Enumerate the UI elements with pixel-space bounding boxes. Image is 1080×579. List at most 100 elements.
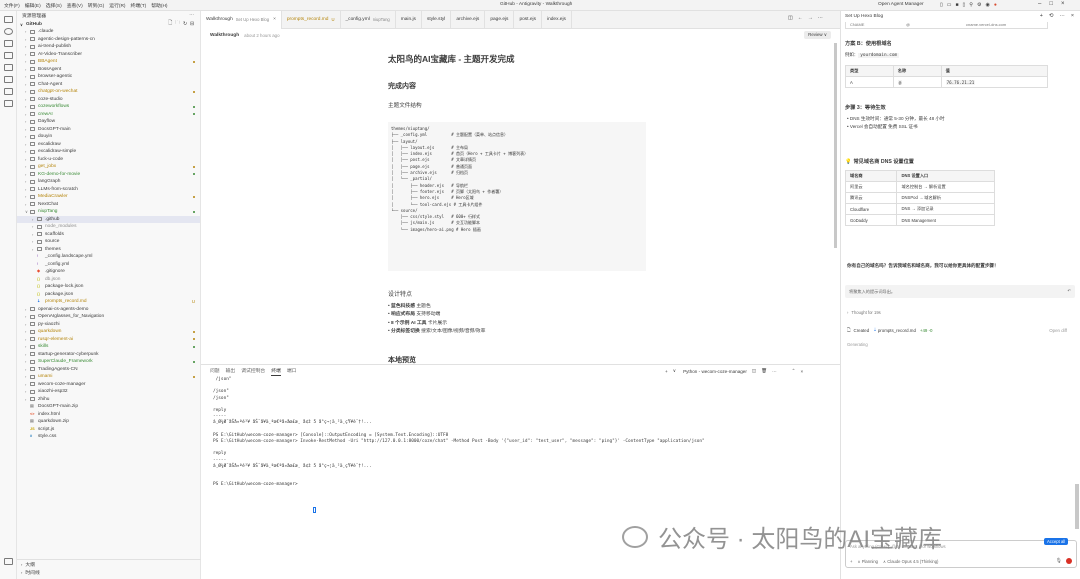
thought-toggle[interactable]: › Thought for 19s xyxy=(847,310,881,315)
folder-item[interactable]: › umami xyxy=(17,373,200,381)
new-terminal-icon[interactable]: + xyxy=(665,369,668,374)
history-icon[interactable]: ⟲ xyxy=(1049,13,1054,19)
review-button[interactable]: Review ∨ xyxy=(804,31,831,39)
folder-item[interactable]: › node_modules xyxy=(17,223,200,231)
split-editor-icon[interactable]: ◫ xyxy=(788,15,793,21)
search-icon[interactable]: ⚲ xyxy=(969,2,973,8)
editor-tab[interactable]: index.ejs xyxy=(542,10,572,29)
close-panel-icon[interactable]: × xyxy=(801,369,804,374)
folder-item[interactable]: ∨ niupTang xyxy=(17,208,200,216)
folder-item[interactable]: › excalidraw-simple xyxy=(17,148,200,156)
source-control-icon[interactable] xyxy=(4,40,13,47)
collapse-all-icon[interactable]: ⊟ xyxy=(190,22,194,27)
file-item[interactable]: <> index.html xyxy=(17,411,200,419)
menu-edit[interactable]: 编辑(E) xyxy=(25,2,41,9)
editor-tab[interactable]: _config.yml niupTang xyxy=(341,10,396,29)
folder-item[interactable]: › LLMs-from-scratch xyxy=(17,186,200,194)
folder-item[interactable]: › KG-demo-for-movie xyxy=(17,171,200,179)
editor-tab[interactable]: prompts_record.md U xyxy=(282,10,341,29)
file-item[interactable]: ▤ quarkdown.zip xyxy=(17,418,200,426)
folder-item[interactable]: › crewAI xyxy=(17,111,200,119)
settings-icon[interactable]: ⚙ xyxy=(977,2,981,8)
editor-tab[interactable]: archive.ejs xyxy=(451,10,486,29)
panel-tab[interactable]: 输出 xyxy=(226,367,236,375)
close-icon[interactable]: × xyxy=(1061,1,1065,7)
menu-view[interactable]: 查看(V) xyxy=(67,2,83,9)
file-item[interactable]: {} db.json xyxy=(17,276,200,284)
add-context-icon[interactable]: + xyxy=(850,559,852,564)
folder-item[interactable]: › agentic-design-patterns-cn xyxy=(17,36,200,44)
model-selector[interactable]: ∧ Claude Opus 4.5 (Thinking) xyxy=(883,559,938,564)
editor-tab[interactable]: post.ejs xyxy=(514,10,542,29)
more-icon-2[interactable]: ··· xyxy=(772,369,777,374)
undo-icon[interactable]: ↶ xyxy=(1067,288,1071,293)
folder-item[interactable]: › DocsGPT-main xyxy=(17,126,200,134)
file-item[interactable]: {} package.json xyxy=(17,291,200,299)
agent-manager-button[interactable]: Open Agent Manager xyxy=(878,2,924,7)
panel-tab[interactable]: 调试控制台 xyxy=(241,367,265,375)
extensions-icon[interactable] xyxy=(4,64,13,71)
folder-item[interactable]: › excalidraw xyxy=(17,141,200,149)
file-item[interactable]: {} package-lock.json xyxy=(17,283,200,291)
outline-section[interactable]: › 大纲 xyxy=(17,560,201,568)
folder-item[interactable]: › Chat-Agent xyxy=(17,81,200,89)
doc-scroll-thumb[interactable] xyxy=(834,43,837,248)
file-item[interactable]: JS script.js xyxy=(17,426,200,434)
doc-scrollbar[interactable] xyxy=(832,41,840,364)
folder-item[interactable]: › skills xyxy=(17,343,200,351)
agent-scroll-thumb[interactable] xyxy=(1075,484,1079,529)
folder-item[interactable]: › chatgpt-on-wechat xyxy=(17,88,200,96)
refresh-icon[interactable]: ↻ xyxy=(183,22,187,27)
tab-close-icon[interactable]: × xyxy=(273,17,276,22)
terminal-dropdown-icon[interactable]: ∨ xyxy=(673,368,676,374)
folder-item[interactable]: › xiaozhi-esp32 xyxy=(17,388,200,396)
folder-item[interactable]: › openai-cs-agents-demo xyxy=(17,306,200,314)
new-file-icon[interactable]: 🗋 xyxy=(168,20,172,28)
new-folder-icon[interactable]: 🗀 xyxy=(175,20,180,28)
folder-item[interactable]: › startup-generator-cyberpunk xyxy=(17,351,200,359)
layout-secondary-icon[interactable]: ▯ xyxy=(963,2,966,8)
folder-item[interactable]: › .github xyxy=(17,215,200,223)
split-terminal-icon[interactable]: ◫ xyxy=(752,368,756,374)
folder-item[interactable]: › NextChat xyxy=(17,201,200,209)
panel-tab[interactable]: 终端 xyxy=(271,367,281,376)
folder-item[interactable]: › py-xiaozhi xyxy=(17,321,200,329)
file-item[interactable]: # style.css xyxy=(17,433,200,441)
close-agent-icon[interactable]: × xyxy=(1071,13,1074,19)
editor-tab[interactable]: style.styl xyxy=(422,10,452,29)
folder-item[interactable]: › SuperClaude_Framework xyxy=(17,358,200,366)
folder-item[interactable]: › AI-Video-Transcriber xyxy=(17,51,200,59)
menu-run[interactable]: 运行(R) xyxy=(109,2,125,9)
more-actions-icon[interactable]: ··· xyxy=(189,13,194,18)
microphone-icon[interactable]: 🎙 xyxy=(1056,558,1062,564)
file-item[interactable]: ◆ .gitignore xyxy=(17,268,200,276)
accounts-icon[interactable] xyxy=(4,558,13,565)
mode-selector[interactable]: ∧ Planning xyxy=(857,559,878,564)
explorer-icon[interactable] xyxy=(4,16,13,23)
folder-item[interactable]: › Dayflow xyxy=(17,118,200,126)
panel-tab[interactable]: 端口 xyxy=(287,367,297,375)
folder-item[interactable]: › scaffolds xyxy=(17,231,200,239)
forward-icon[interactable]: → xyxy=(808,15,813,21)
folder-item[interactable]: › ai-trend-publish xyxy=(17,43,200,51)
folder-item[interactable]: › .claude xyxy=(17,28,200,36)
workspace-root[interactable]: ∨ GitHub 🗋 🗀 ↻ ⊟ xyxy=(17,20,200,28)
kill-terminal-icon[interactable]: 🗑 xyxy=(761,368,767,374)
user-message[interactable]: 将聚焦入的提示词导出。 ↶ xyxy=(845,285,1075,298)
run-debug-icon[interactable] xyxy=(4,52,13,59)
editor-tab[interactable]: page.ejs xyxy=(485,10,515,29)
folder-item[interactable]: › quarkdown xyxy=(17,328,200,336)
file-item[interactable]: ▤ DocsGPT-main.zip xyxy=(17,403,200,411)
folder-item[interactable]: › wecom-coze-manager xyxy=(17,381,200,389)
file-item[interactable]: ! _config.landscape.yml xyxy=(17,253,200,261)
folder-item[interactable]: › MediaCrawler xyxy=(17,193,200,201)
remote-icon[interactable] xyxy=(4,76,13,83)
layout-editor-icon[interactable]: ■ xyxy=(956,2,959,8)
account-icon[interactable]: ◉ xyxy=(985,2,989,8)
more-icon[interactable]: ··· xyxy=(818,15,823,21)
menu-goto[interactable]: 转到(G) xyxy=(88,2,105,9)
folder-item[interactable]: › browser-agentic xyxy=(17,73,200,81)
folder-item[interactable]: › coze-studio xyxy=(17,96,200,104)
folder-item[interactable]: › themes xyxy=(17,246,200,254)
folder-item[interactable]: › source xyxy=(17,238,200,246)
